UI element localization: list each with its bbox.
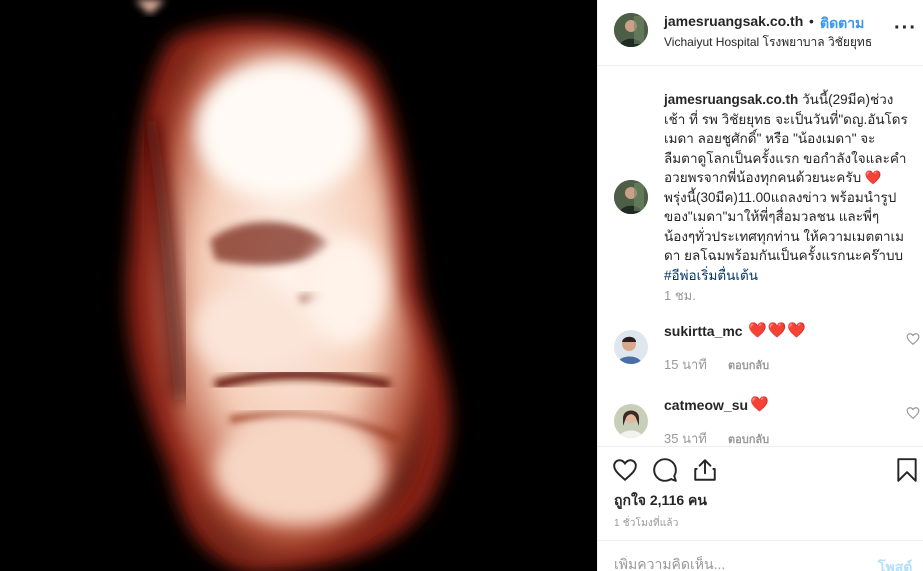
share-icon[interactable] <box>692 457 718 483</box>
follow-button[interactable]: ติดตาม <box>820 13 864 35</box>
comment-bubble-icon[interactable] <box>652 457 678 483</box>
caption-username[interactable]: jamesruangsak.co.th <box>664 92 798 107</box>
commenter-username[interactable]: sukirtta_mc <box>664 323 743 339</box>
comment-text: ❤️ <box>750 396 770 413</box>
author-avatar[interactable] <box>614 13 648 47</box>
caption-text-part2: พรุ่งนี้(30มีค)11.00แถลงข่าว พร้อมนำรูปข… <box>664 189 905 264</box>
commenter-avatar[interactable] <box>614 330 648 364</box>
bookmark-icon[interactable] <box>894 457 920 483</box>
comment-text: ❤️❤️❤️ <box>748 322 808 339</box>
more-horizontal-icon[interactable]: ··· <box>894 18 917 38</box>
add-comment-bar: โพสต์ <box>598 540 923 571</box>
comments-scroll-area[interactable]: jamesruangsak.co.th วันนี้(29มีค)ช่วงเช้… <box>598 67 923 445</box>
author-username[interactable]: jamesruangsak.co.th <box>664 13 803 29</box>
comment-like-icon[interactable] <box>906 406 920 420</box>
caption-author-avatar[interactable] <box>614 180 648 214</box>
heart-outline-icon[interactable] <box>612 457 638 483</box>
location-link[interactable]: Vichaiyut Hospital โรงพยาบาล วิชัยยุทธ <box>664 33 872 52</box>
comment-input[interactable] <box>614 556 854 571</box>
post-header: jamesruangsak.co.th • ติดตาม Vichaiyut H… <box>598 0 923 66</box>
post-caption: jamesruangsak.co.th วันนี้(29มีค)ช่วงเช้… <box>664 90 908 285</box>
comment-like-icon[interactable] <box>906 332 920 346</box>
commenter-username[interactable]: catmeow_su <box>664 397 748 413</box>
ultrasound-image <box>0 0 597 571</box>
reply-button[interactable]: ตอบกลับ <box>728 356 769 374</box>
post-comment-button[interactable]: โพสต์ <box>878 557 912 571</box>
caption-time: 1 ชม. <box>664 288 696 303</box>
commenter-avatar[interactable] <box>614 404 648 438</box>
separator-dot: • <box>809 13 814 29</box>
post-side-panel: jamesruangsak.co.th • ติดตาม Vichaiyut H… <box>597 0 923 571</box>
post-actions <box>598 446 923 486</box>
caption-hashtag[interactable]: #อีพ่อเริ่มตื่นเต้น <box>664 268 758 283</box>
comment-age: 35 นาที <box>664 431 707 445</box>
heart-emoji: ❤️ <box>864 170 882 185</box>
comment-age: 15 นาที <box>664 357 707 372</box>
post-image[interactable] <box>0 0 597 571</box>
posted-time: 1 ชั่วโมงที่แล้ว <box>614 518 679 529</box>
reply-button[interactable]: ตอบกลับ <box>728 430 769 445</box>
likes-count[interactable]: ถูกใจ 2,116 คน <box>614 490 707 512</box>
